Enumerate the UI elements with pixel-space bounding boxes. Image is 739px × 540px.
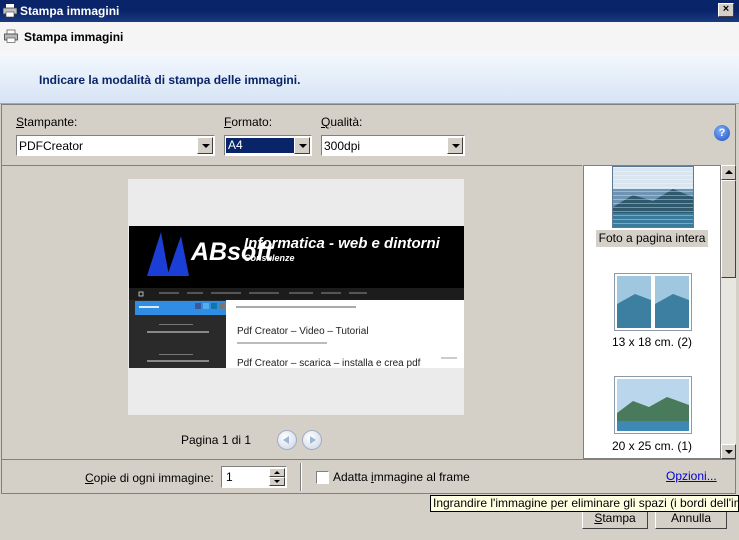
layout-thumb-full-page[interactable] <box>612 166 694 228</box>
next-page-button[interactable] <box>302 430 322 450</box>
copies-label: Copie di ogni immagine: <box>85 471 214 485</box>
wizard-title-bar: Stampa immagini <box>0 22 739 53</box>
printer-value: PDFCreator <box>19 139 84 153</box>
chevron-down-icon[interactable] <box>447 137 463 154</box>
site-post-2: Pdf Creator – scarica – installa e crea … <box>237 358 421 368</box>
format-value: A4 <box>226 138 295 153</box>
scroll-thumb[interactable] <box>721 180 736 278</box>
printer-icon <box>3 4 17 17</box>
chevron-down-icon[interactable] <box>294 137 310 154</box>
copies-stepper[interactable]: 1 <box>221 466 287 488</box>
photo-thumbnail <box>617 276 689 328</box>
help-icon[interactable]: ? <box>714 125 730 141</box>
layout-scrollbar[interactable] <box>721 165 736 459</box>
chevron-down-icon[interactable] <box>197 137 213 154</box>
prev-page-button[interactable] <box>277 430 297 450</box>
close-icon: × <box>722 3 730 15</box>
layout-thumb-13x18[interactable] <box>614 273 692 331</box>
title-bar: Stampa immagini × <box>0 0 739 22</box>
wizard-subtitle: Indicare la modalità di stampa delle imm… <box>39 73 301 87</box>
wizard-banner: Indicare la modalità di stampa delle imm… <box>0 53 739 104</box>
divider <box>300 463 302 491</box>
fit-to-frame-checkbox[interactable] <box>316 471 329 484</box>
copies-value: 1 <box>226 470 233 484</box>
fit-to-frame-label[interactable]: Adatta immagine al frame <box>333 470 470 484</box>
preview-image: ABsoft Informatica - web e dintorni Cons… <box>129 226 464 368</box>
website-screenshot: ABsoft Informatica - web e dintorni Cons… <box>129 226 464 368</box>
layout-list[interactable]: Foto a pagina intera 13 x 18 cm. (2) 20 … <box>583 165 721 459</box>
site-post-1: Pdf Creator – Video – Tutorial <box>237 326 369 337</box>
photo-thumbnail <box>613 167 693 227</box>
increment-button[interactable] <box>269 468 285 477</box>
printer-select[interactable]: PDFCreator <box>16 135 215 156</box>
scroll-up-button[interactable] <box>721 165 736 180</box>
printer-icon <box>4 29 18 43</box>
layout-thumb-20x25[interactable] <box>614 376 692 434</box>
close-button[interactable]: × <box>718 3 734 17</box>
format-label: Formato: <box>224 115 273 129</box>
layout-label: 20 x 25 cm. (1) <box>611 439 693 453</box>
tooltip: Ingrandire l'immagine per eliminare gli … <box>430 495 739 512</box>
layout-label: Foto a pagina intera <box>596 230 708 247</box>
decrement-button[interactable] <box>269 477 285 486</box>
page-status: Pagina 1 di 1 <box>181 433 252 447</box>
site-tagline: Consulenze <box>244 253 295 263</box>
layout-label: 13 x 18 cm. (2) <box>611 335 693 349</box>
quality-select[interactable]: 300dpi <box>321 135 465 156</box>
scroll-down-button[interactable] <box>721 444 736 459</box>
options-link[interactable]: Opzioni... <box>666 469 717 483</box>
printer-label: Stampante: <box>16 115 78 129</box>
wizard-title: Stampa immagini <box>24 30 124 44</box>
photo-thumbnail <box>617 379 689 431</box>
quality-label: Qualità: <box>321 115 363 129</box>
quality-value: 300dpi <box>324 139 361 153</box>
format-select[interactable]: A4 <box>224 135 312 156</box>
window-title: Stampa immagini <box>20 4 120 18</box>
site-headline: Informatica - web e dintorni <box>244 235 441 252</box>
